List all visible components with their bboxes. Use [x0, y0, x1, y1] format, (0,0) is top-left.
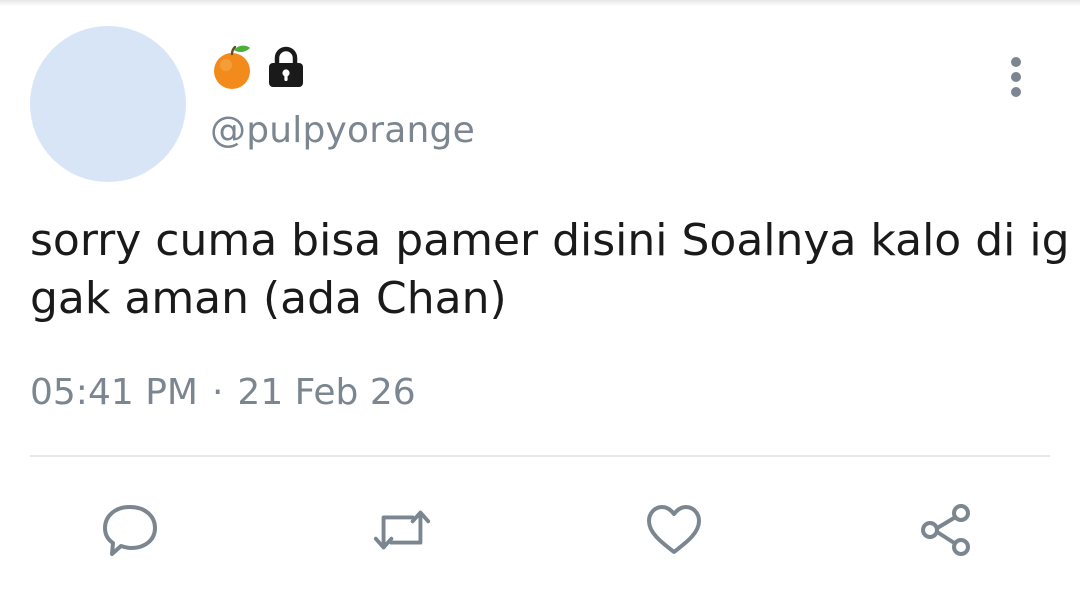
reply-icon [103, 505, 157, 556]
top-rule [0, 0, 1080, 6]
tweet-time: 05:41 PM [30, 372, 198, 413]
like-icon [647, 505, 701, 554]
action-bar [0, 498, 1080, 562]
more-vertical-icon[interactable] [996, 52, 1036, 102]
share-icon [921, 504, 970, 556]
display-name[interactable] [210, 42, 306, 92]
avatar[interactable] [30, 26, 186, 182]
retweet-button[interactable] [370, 498, 434, 562]
like-button[interactable] [642, 498, 706, 562]
user-handle[interactable]: @pulpyorange [210, 110, 475, 151]
timestamp-separator: · [211, 372, 224, 413]
lock-icon [269, 46, 303, 87]
tweet-timestamp: 05:41 PM · 21 Feb 26 [30, 372, 416, 413]
orange-emoji-icon [214, 45, 250, 89]
divider [30, 455, 1050, 457]
tweet-date: 21 Feb 26 [237, 372, 416, 413]
share-button[interactable] [914, 498, 978, 562]
tweet-text: sorry cuma bisa pamer disini Soalnya kal… [30, 215, 1070, 324]
retweet-icon [373, 510, 431, 550]
reply-button[interactable] [98, 498, 162, 562]
